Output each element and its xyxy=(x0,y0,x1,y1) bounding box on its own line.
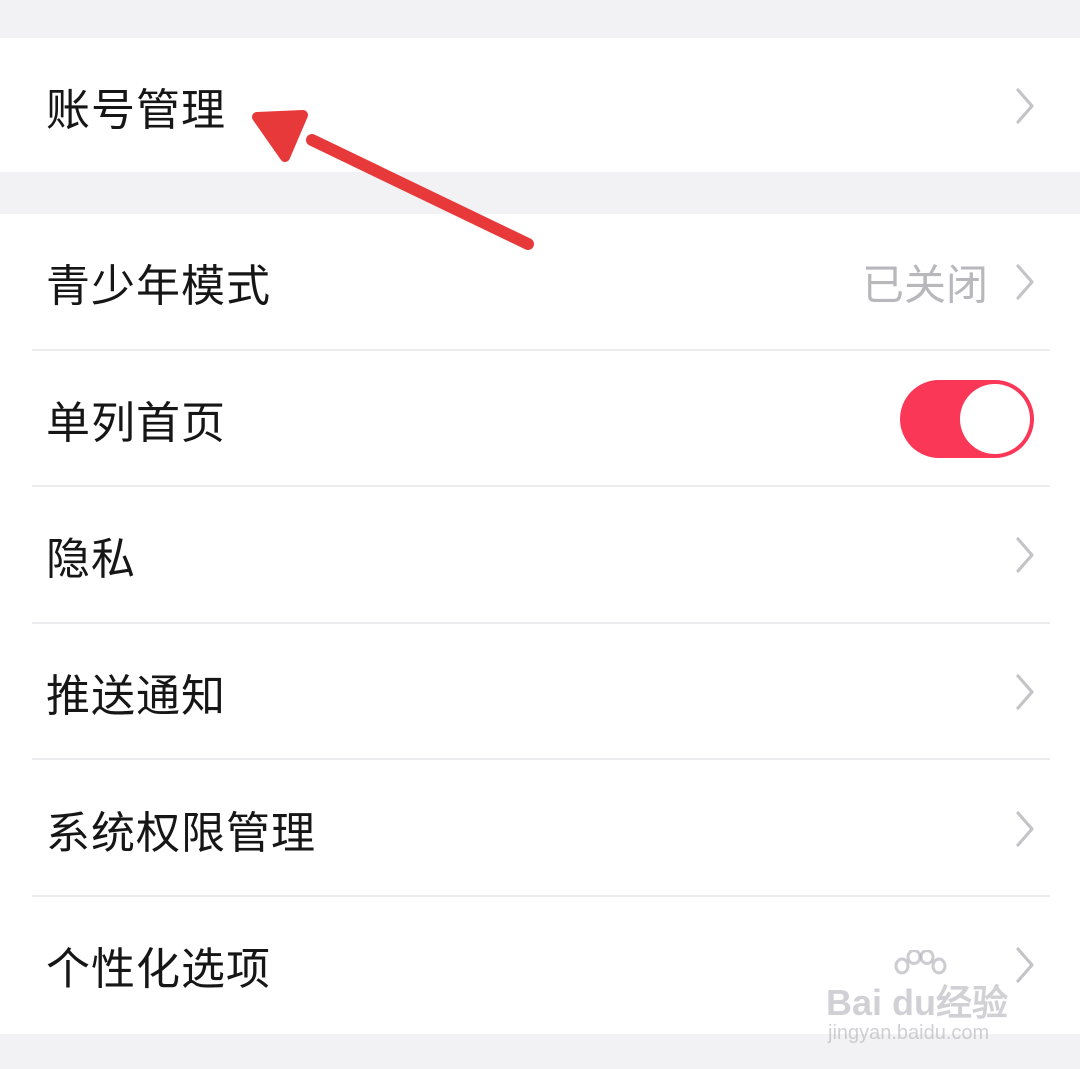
chevron-right-icon xyxy=(1010,262,1040,302)
system-permission-label: 系统权限管理 xyxy=(46,807,316,859)
teen-mode-label: 青少年模式 xyxy=(46,261,271,313)
teen-mode-status: 已关闭 xyxy=(861,260,988,310)
chevron-right-icon xyxy=(1010,672,1040,712)
system-permission-row[interactable]: 系统权限管理 xyxy=(0,760,1080,897)
push-notification-label: 推送通知 xyxy=(46,671,226,723)
baidu-watermark: Bai du经验 jingyan.baidu.com xyxy=(826,950,1036,1050)
chevron-right-icon xyxy=(1010,809,1040,849)
account-management-row[interactable]: 账号管理 xyxy=(0,38,1080,175)
account-management-label: 账号管理 xyxy=(46,85,226,137)
push-notification-row[interactable]: 推送通知 xyxy=(0,624,1080,761)
watermark-url: jingyan.baidu.com xyxy=(828,1022,990,1044)
watermark-brand: Bai du经验 xyxy=(826,982,1009,1023)
settings-group: 青少年模式 已关闭 单列首页 隐私 推送通知 系统权限管理 个性化选项 xyxy=(0,214,1080,1034)
teen-mode-row[interactable]: 青少年模式 已关闭 xyxy=(0,214,1080,351)
single-column-home-toggle[interactable] xyxy=(900,379,1034,458)
chevron-right-icon xyxy=(1010,535,1040,575)
single-column-home-row: 单列首页 xyxy=(0,351,1080,488)
chevron-right-icon xyxy=(1010,86,1040,126)
privacy-label: 隐私 xyxy=(46,534,136,586)
privacy-row[interactable]: 隐私 xyxy=(0,487,1080,624)
toggle-knob xyxy=(960,383,1030,454)
account-group: 账号管理 xyxy=(0,38,1080,172)
personalization-label: 个性化选项 xyxy=(46,944,271,996)
single-column-home-label: 单列首页 xyxy=(46,397,226,449)
